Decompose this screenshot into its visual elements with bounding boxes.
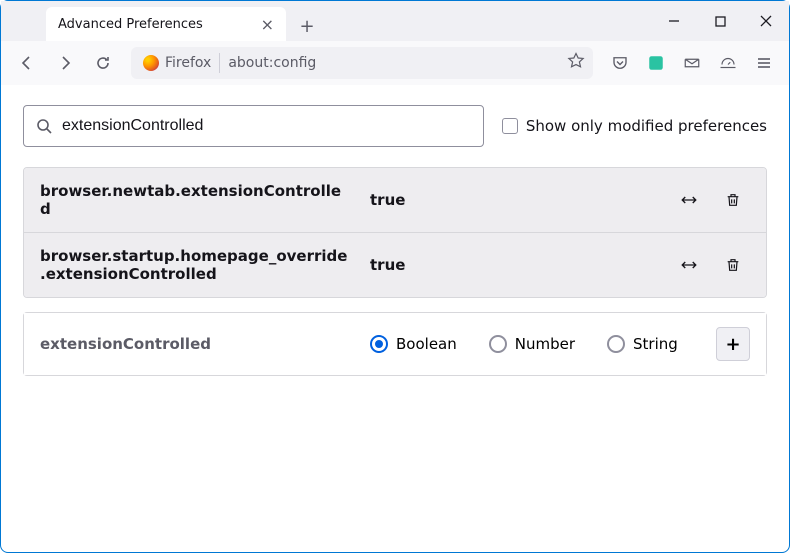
close-tab-icon[interactable]: × <box>261 15 274 34</box>
pocket-icon[interactable] <box>605 48 635 78</box>
pref-row[interactable]: browser.newtab.extensionControlled true <box>24 168 766 232</box>
menu-button[interactable] <box>749 48 779 78</box>
show-modified-checkbox[interactable]: Show only modified preferences <box>502 117 767 135</box>
type-radio-group: Boolean Number String <box>370 335 696 353</box>
dashboard-icon[interactable] <box>713 48 743 78</box>
new-pref-row: extensionControlled Boolean Number Strin… <box>23 312 767 376</box>
identity-badge[interactable]: Firefox <box>139 53 220 73</box>
mail-icon[interactable] <box>677 48 707 78</box>
url-bar[interactable]: Firefox about:config <box>131 47 593 79</box>
reload-button[interactable] <box>87 47 119 79</box>
tab-title: Advanced Preferences <box>58 17 203 32</box>
type-radio-boolean[interactable]: Boolean <box>370 335 457 353</box>
delete-button[interactable] <box>716 183 750 217</box>
forward-button[interactable] <box>49 47 81 79</box>
radio-label: String <box>633 335 678 353</box>
radio-label: Boolean <box>396 335 457 353</box>
search-icon <box>36 118 52 134</box>
radio-icon <box>489 335 507 353</box>
radio-label: Number <box>515 335 575 353</box>
add-pref-button[interactable]: + <box>716 327 750 361</box>
back-button[interactable] <box>11 47 43 79</box>
type-radio-string[interactable]: String <box>607 335 678 353</box>
nav-toolbar: Firefox about:config <box>1 41 789 85</box>
pref-search-box[interactable] <box>23 105 484 147</box>
pref-search-input[interactable] <box>62 117 471 135</box>
titlebar: Advanced Preferences × + <box>1 1 789 41</box>
pref-table: browser.newtab.extensionControlled true … <box>23 167 767 298</box>
about-config-content: Show only modified preferences browser.n… <box>1 85 789 396</box>
new-tab-button[interactable]: + <box>292 11 322 41</box>
pref-value: true <box>370 191 652 209</box>
bookmark-star-icon[interactable] <box>567 52 585 74</box>
show-modified-label: Show only modified preferences <box>526 117 767 135</box>
type-radio-number[interactable]: Number <box>489 335 575 353</box>
url-text: about:config <box>228 55 316 71</box>
pref-name: browser.newtab.extensionControlled <box>40 182 350 218</box>
toggle-button[interactable] <box>672 183 706 217</box>
browser-tab[interactable]: Advanced Preferences × <box>46 7 286 41</box>
radio-icon <box>370 335 388 353</box>
pref-name: browser.startup.homepage_override.extens… <box>40 247 350 283</box>
pref-value: true <box>370 256 652 274</box>
toggle-button[interactable] <box>672 248 706 282</box>
delete-button[interactable] <box>716 248 750 282</box>
firefox-icon <box>143 55 159 71</box>
identity-label: Firefox <box>165 55 211 71</box>
radio-icon <box>607 335 625 353</box>
pref-row[interactable]: browser.startup.homepage_override.extens… <box>24 232 766 297</box>
new-pref-name: extensionControlled <box>40 335 350 353</box>
minimize-button[interactable] <box>651 1 697 41</box>
extensions-icon[interactable] <box>641 48 671 78</box>
close-window-button[interactable] <box>743 1 789 41</box>
maximize-button[interactable] <box>697 1 743 41</box>
window-controls <box>651 1 789 41</box>
checkbox-icon <box>502 118 518 134</box>
